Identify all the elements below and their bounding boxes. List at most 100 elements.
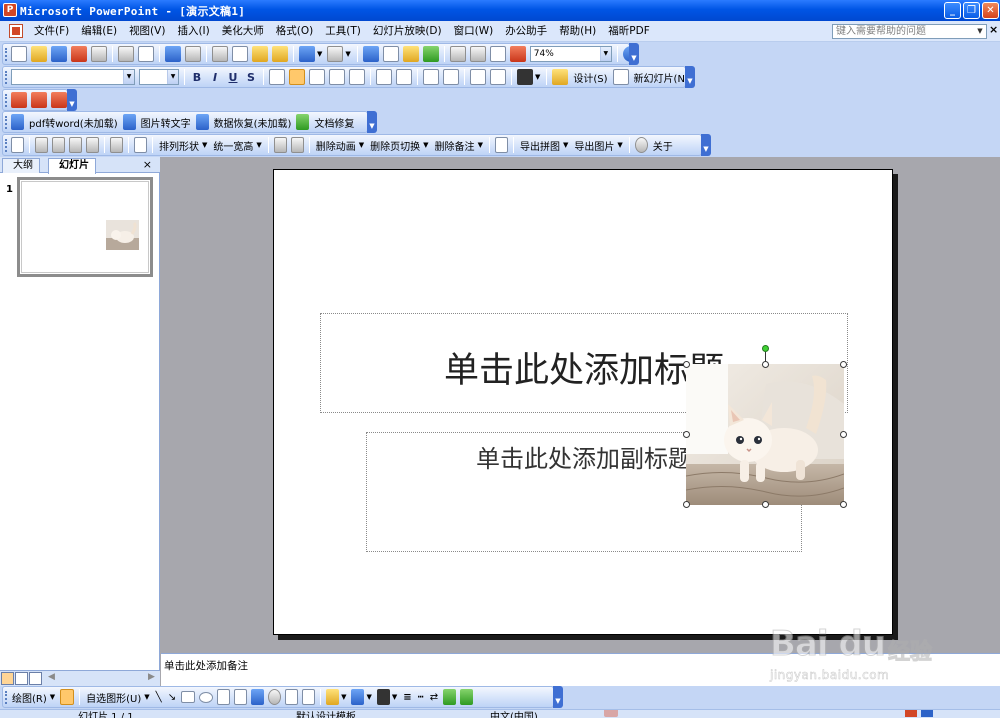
chevron-down-icon[interactable]: ▼ — [617, 141, 622, 149]
data-recovery-button[interactable]: 数据恢复(未加载) — [211, 115, 295, 130]
arrange-shapes-button[interactable]: 排列形状 — [156, 138, 202, 153]
slide-canvas[interactable]: 单击此处添加标题 单击此处添加副标题 — [273, 169, 893, 635]
increase-indent-icon[interactable] — [490, 69, 506, 85]
layout-a-icon[interactable] — [35, 137, 48, 153]
powerpoint-icon[interactable]: P — [3, 3, 17, 17]
chevron-down-icon[interactable]: ▼ — [359, 141, 364, 149]
chevron-down-icon[interactable]: ▼ — [563, 141, 568, 149]
cut-icon[interactable] — [212, 46, 228, 62]
resize-handle-right[interactable] — [840, 431, 847, 438]
help-search-input[interactable]: 键入需要帮助的问题 ▼ — [832, 24, 987, 39]
justify-icon[interactable] — [329, 69, 345, 85]
decrease-indent-icon[interactable] — [470, 69, 486, 85]
menu-help[interactable]: 帮助(H) — [553, 21, 602, 42]
restore-button[interactable]: ❐ — [963, 2, 980, 19]
menu-insert[interactable]: 插入(I) — [171, 21, 215, 42]
oval-tool-icon[interactable] — [199, 691, 214, 703]
tab-outline[interactable]: 大纲 — [2, 158, 40, 173]
increase-font-icon[interactable] — [423, 69, 439, 85]
textbox-tool-icon[interactable] — [217, 689, 231, 705]
insert-picture-icon[interactable] — [302, 689, 316, 705]
draw-menu-button[interactable]: 绘图(R) — [9, 690, 50, 705]
toolbar-options-icon[interactable]: ▼ — [367, 111, 377, 133]
pdf-to-word-button[interactable]: pdf转word(未加载) — [26, 115, 121, 130]
vertical-textbox-icon[interactable] — [234, 689, 248, 705]
print-preview-icon[interactable] — [138, 46, 154, 62]
menu-office-assistant[interactable]: 办公助手 — [499, 21, 553, 42]
export-collage-button[interactable]: 导出拼图 — [517, 138, 563, 153]
copy-icon[interactable] — [232, 46, 248, 62]
tray-icon-b[interactable] — [921, 710, 933, 717]
spelling-icon[interactable] — [165, 46, 181, 62]
scroll-right-icon[interactable]: ▶ — [148, 672, 155, 682]
remove-transition-button[interactable]: 删除页切换 — [367, 138, 423, 153]
slide-thumbnail[interactable] — [17, 177, 153, 277]
layout-d-icon[interactable] — [86, 137, 99, 153]
insert-hyperlink-icon[interactable] — [422, 46, 439, 62]
autoshapes-button[interactable]: 自选图形(U) — [83, 690, 144, 705]
chevron-down-icon[interactable]: ▼ — [423, 141, 428, 149]
insert-table-icon[interactable] — [382, 46, 399, 62]
align-right-icon[interactable] — [309, 69, 325, 85]
slide-sorter-view-icon[interactable] — [15, 672, 28, 685]
zoom-select[interactable]: 74% ▼ — [529, 46, 612, 62]
line-tool-icon[interactable]: ╲ — [153, 692, 165, 703]
toolbar-options-icon[interactable]: ▼ — [685, 66, 695, 88]
resize-handle-top-right[interactable] — [840, 361, 847, 368]
menu-tools[interactable]: 工具(T) — [319, 21, 367, 42]
new-slide-button[interactable]: 新幻灯片(N) — [631, 70, 692, 85]
wordart-icon[interactable] — [251, 689, 265, 705]
redo-icon[interactable] — [327, 46, 344, 62]
fill-color-icon[interactable] — [326, 689, 340, 705]
menu-format[interactable]: 格式(O) — [270, 21, 319, 42]
export-icon[interactable] — [494, 137, 508, 153]
arrow-tool-icon[interactable]: ↘ — [165, 692, 179, 703]
menu-view[interactable]: 视图(V) — [123, 21, 171, 42]
remove-notes-button[interactable]: 删除备注 — [432, 138, 478, 153]
print-icon[interactable] — [118, 46, 134, 62]
diagram-icon[interactable] — [268, 689, 282, 705]
menu-file[interactable]: 文件(F) — [28, 21, 75, 42]
numbering-icon[interactable] — [376, 69, 392, 85]
font-name-select[interactable]: ▼ — [11, 69, 135, 85]
markup-icon[interactable] — [11, 92, 27, 108]
resize-handle-top[interactable] — [762, 361, 769, 368]
email-icon[interactable] — [91, 46, 107, 62]
3d-style-icon[interactable] — [460, 689, 474, 705]
chevron-down-icon[interactable]: ▼ — [975, 26, 985, 37]
chevron-down-icon[interactable]: ▼ — [341, 693, 346, 701]
chevron-down-icon[interactable]: ▼ — [599, 47, 611, 61]
tab-slides[interactable]: 幻灯片 — [48, 158, 96, 174]
menu-foxit-pdf[interactable]: 福昕PDF — [602, 21, 655, 42]
toolbar-options-icon[interactable]: ▼ — [553, 686, 563, 708]
design-button[interactable]: 设计(S) — [570, 70, 610, 85]
undo-dropdown-icon[interactable]: ▼ — [317, 50, 322, 58]
line-style-icon[interactable]: ≡ — [400, 692, 414, 703]
about-button[interactable]: 关于 — [650, 138, 676, 153]
toolbar-options-icon[interactable]: ▼ — [629, 43, 639, 65]
bullets-icon[interactable] — [396, 69, 412, 85]
pane-close-icon[interactable]: × — [143, 158, 152, 171]
layout-c-icon[interactable] — [69, 137, 82, 153]
resize-handle-bottom[interactable] — [762, 501, 769, 508]
resize-handle-top-left[interactable] — [683, 361, 690, 368]
paste-icon[interactable] — [252, 46, 268, 62]
tray-icon-a[interactable] — [905, 710, 917, 717]
save-icon[interactable] — [51, 46, 67, 62]
shadow-style-icon[interactable] — [443, 689, 457, 705]
layout-b-icon[interactable] — [52, 137, 65, 153]
document-repair-button[interactable]: 文档修复 — [311, 115, 357, 130]
clipart-icon[interactable] — [285, 689, 299, 705]
chevron-down-icon[interactable]: ▼ — [202, 141, 207, 149]
chevron-down-icon[interactable]: ▼ — [123, 70, 134, 84]
permission-icon[interactable] — [71, 46, 87, 62]
menu-edit[interactable]: 编辑(E) — [75, 21, 123, 42]
font-color-icon[interactable] — [376, 689, 390, 705]
italic-button[interactable]: I — [206, 71, 224, 84]
document-icon[interactable] — [9, 24, 23, 38]
font-size-select[interactable]: ▼ — [139, 69, 179, 85]
dash-style-icon[interactable]: ┅ — [415, 692, 427, 703]
normal-view-icon[interactable] — [1, 672, 14, 685]
decrease-font-icon[interactable] — [443, 69, 459, 85]
expand-all-icon[interactable] — [449, 46, 466, 62]
